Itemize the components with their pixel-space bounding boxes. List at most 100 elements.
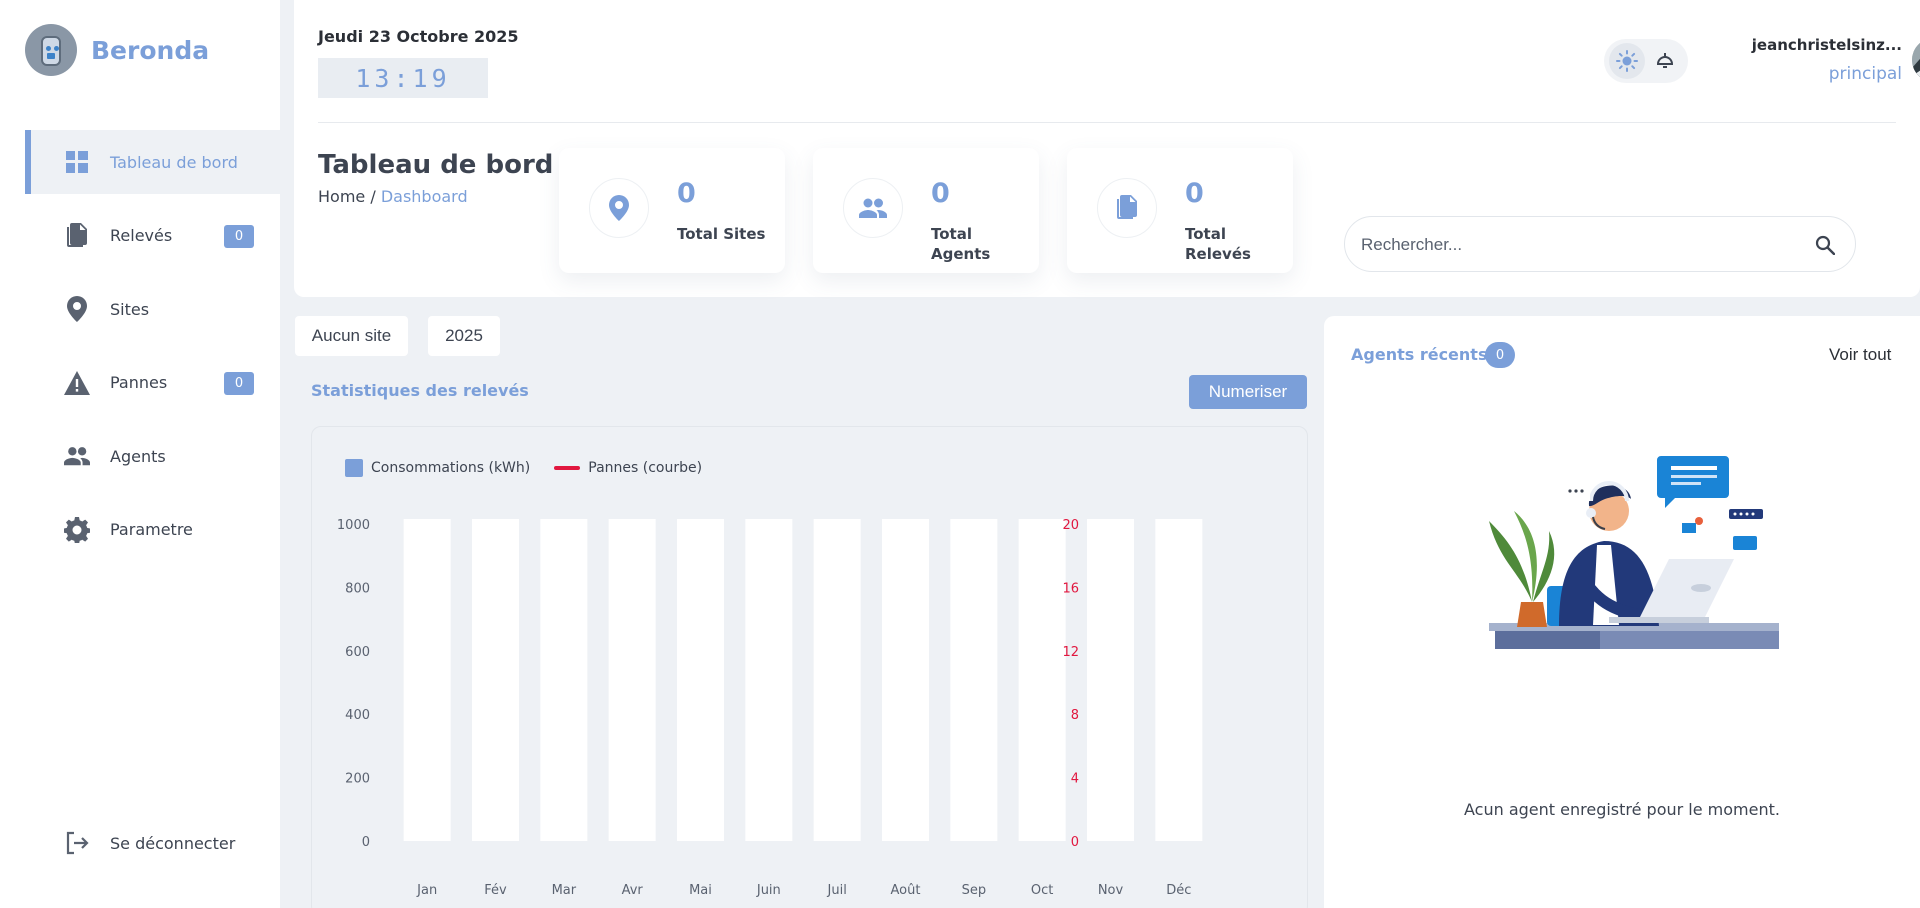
stat-label: Total Agents: [931, 225, 991, 263]
documents-icon: [64, 222, 90, 249]
y-left-tick-label: 0: [362, 835, 370, 850]
x-tick-label: Mai: [689, 883, 712, 898]
breadcrumb-home[interactable]: Home: [318, 187, 365, 206]
sidebar-item-label: Sites: [110, 299, 150, 319]
theme-toggle[interactable]: [1604, 39, 1688, 83]
location-pin-icon: [64, 296, 90, 322]
documents-icon: [1097, 178, 1157, 238]
breadcrumb-current: Dashboard: [380, 187, 468, 206]
sidebar-item-label: Relevés: [110, 226, 173, 245]
bar-slot: [1018, 519, 1066, 841]
x-tick-label: Déc: [1166, 883, 1191, 898]
x-tick-label: Août: [891, 883, 921, 898]
bar-slot: [608, 519, 656, 841]
x-tick-label: Jan: [416, 883, 437, 898]
search-icon[interactable]: [1813, 233, 1837, 257]
x-tick-label: Avr: [622, 883, 644, 898]
site-filter[interactable]: Aucun site: [295, 316, 408, 356]
logout-icon: [64, 830, 90, 856]
bar-slot: [1155, 519, 1203, 841]
sidebar-item-label: Pannes: [110, 373, 168, 392]
chart-card: Consommations (kWh) Pannes (courbe) Jan F…: [311, 426, 1308, 908]
lamp-icon[interactable]: [1647, 43, 1683, 79]
statistics-title: Statistiques des relevés: [311, 381, 529, 400]
bar-slot: [472, 519, 519, 841]
y-left-tick-label: 1000: [337, 518, 370, 533]
x-tick-label: Mar: [552, 883, 577, 898]
empty-agents-message: Acun agent enregistré pour le moment.: [1464, 800, 1780, 819]
y-left-tick-label: 600: [345, 645, 370, 660]
header: Jeudi 23 Octobre 2025 13:19 jeanchristel…: [294, 0, 1920, 297]
dashboard-icon: [64, 149, 90, 175]
stat-value: 0: [677, 178, 696, 209]
breadcrumb: Home / Dashboard: [318, 187, 468, 206]
bar-slot: [882, 519, 929, 841]
sidebar-item-parametre[interactable]: Parametre: [0, 498, 280, 562]
bar-slot: [677, 519, 724, 841]
bar-slot: [950, 519, 998, 841]
stat-value: 0: [931, 178, 950, 209]
agents-title: Agents récents: [1351, 345, 1488, 364]
breadcrumb-separator: /: [370, 187, 376, 206]
x-tick-label: Nov: [1098, 883, 1124, 898]
see-all-link[interactable]: Voir tout: [1829, 345, 1891, 365]
bar-slot: [813, 519, 861, 841]
bar-slot: [403, 519, 451, 841]
sidebar-item-releves[interactable]: Relevés 0: [0, 204, 280, 268]
location-pin-icon: [589, 178, 649, 238]
gear-icon: [64, 516, 90, 543]
stat-label: Total Sites: [677, 225, 766, 243]
people-icon: [843, 178, 903, 238]
y-right-tick-label: 20: [1062, 518, 1079, 533]
stat-label: Total Relevés: [1185, 225, 1251, 263]
sidebar-item-agents[interactable]: Agents: [0, 424, 280, 488]
search-input[interactable]: [1361, 227, 1801, 263]
x-tick-label: Oct: [1031, 883, 1053, 898]
x-tick-label: Juil: [827, 883, 847, 898]
current-date: Jeudi 23 Octobre 2025: [318, 27, 519, 46]
sun-icon[interactable]: [1609, 43, 1645, 79]
pannes-badge: 0: [224, 371, 254, 395]
sidebar-item-label: Tableau de bord: [110, 152, 238, 172]
sidebar-item-sites[interactable]: Sites: [0, 277, 280, 341]
page-title: Tableau de bord: [318, 150, 554, 180]
y-right-tick-label: 4: [1071, 772, 1079, 787]
stat-card-releves: 0 Total Relevés: [1067, 148, 1293, 273]
brand[interactable]: Beronda: [25, 24, 209, 76]
bar-slot: [540, 519, 588, 841]
warning-icon: [64, 370, 90, 396]
year-filter[interactable]: 2025: [428, 316, 500, 356]
y-right-tick-label: 8: [1071, 708, 1079, 723]
agents-count-badge: 0: [1485, 342, 1515, 368]
y-right-tick-label: 12: [1062, 645, 1079, 660]
brand-name: Beronda: [91, 35, 210, 65]
logout-label: Se déconnecter: [110, 833, 236, 853]
search-box: [1344, 216, 1856, 272]
y-left-tick-label: 400: [345, 708, 370, 723]
logout-button[interactable]: Se déconnecter: [64, 830, 235, 856]
clock: 13:19: [318, 58, 488, 98]
agents-panel: Agents récents 0 Voir tout Acun agent en…: [1324, 316, 1920, 908]
y-right-tick-label: 0: [1071, 835, 1079, 850]
x-tick-label: Sep: [962, 883, 987, 898]
x-tick-label: Juin: [756, 883, 781, 898]
avatar[interactable]: [1912, 38, 1920, 82]
header-divider: [318, 122, 1896, 123]
user-name: jeanchristelsinz...: [1751, 36, 1902, 54]
y-right-tick-label: 16: [1062, 581, 1079, 596]
stat-card-agents: 0 Total Agents: [813, 148, 1039, 273]
numeriser-button[interactable]: Numeriser: [1189, 375, 1307, 409]
sidebar-item-pannes[interactable]: Pannes 0: [0, 351, 280, 415]
releves-badge: 0: [224, 224, 254, 248]
bar-slot: [745, 519, 793, 841]
stat-card-sites: 0 Total Sites: [559, 148, 785, 273]
people-icon: [64, 443, 90, 469]
stat-value: 0: [1185, 178, 1204, 209]
y-left-tick-label: 200: [345, 772, 370, 787]
sidebar-item-dashboard[interactable]: Tableau de bord: [25, 130, 280, 194]
support-agent-illustration: [1489, 456, 1779, 649]
y-left-tick-label: 800: [345, 581, 370, 596]
sidebar-nav: Tableau de bord Relevés 0 Sites Pannes 0: [0, 130, 280, 571]
robot-icon: [25, 24, 77, 76]
sidebar: Beronda Tableau de bord Relevés 0 Sites: [0, 0, 280, 908]
